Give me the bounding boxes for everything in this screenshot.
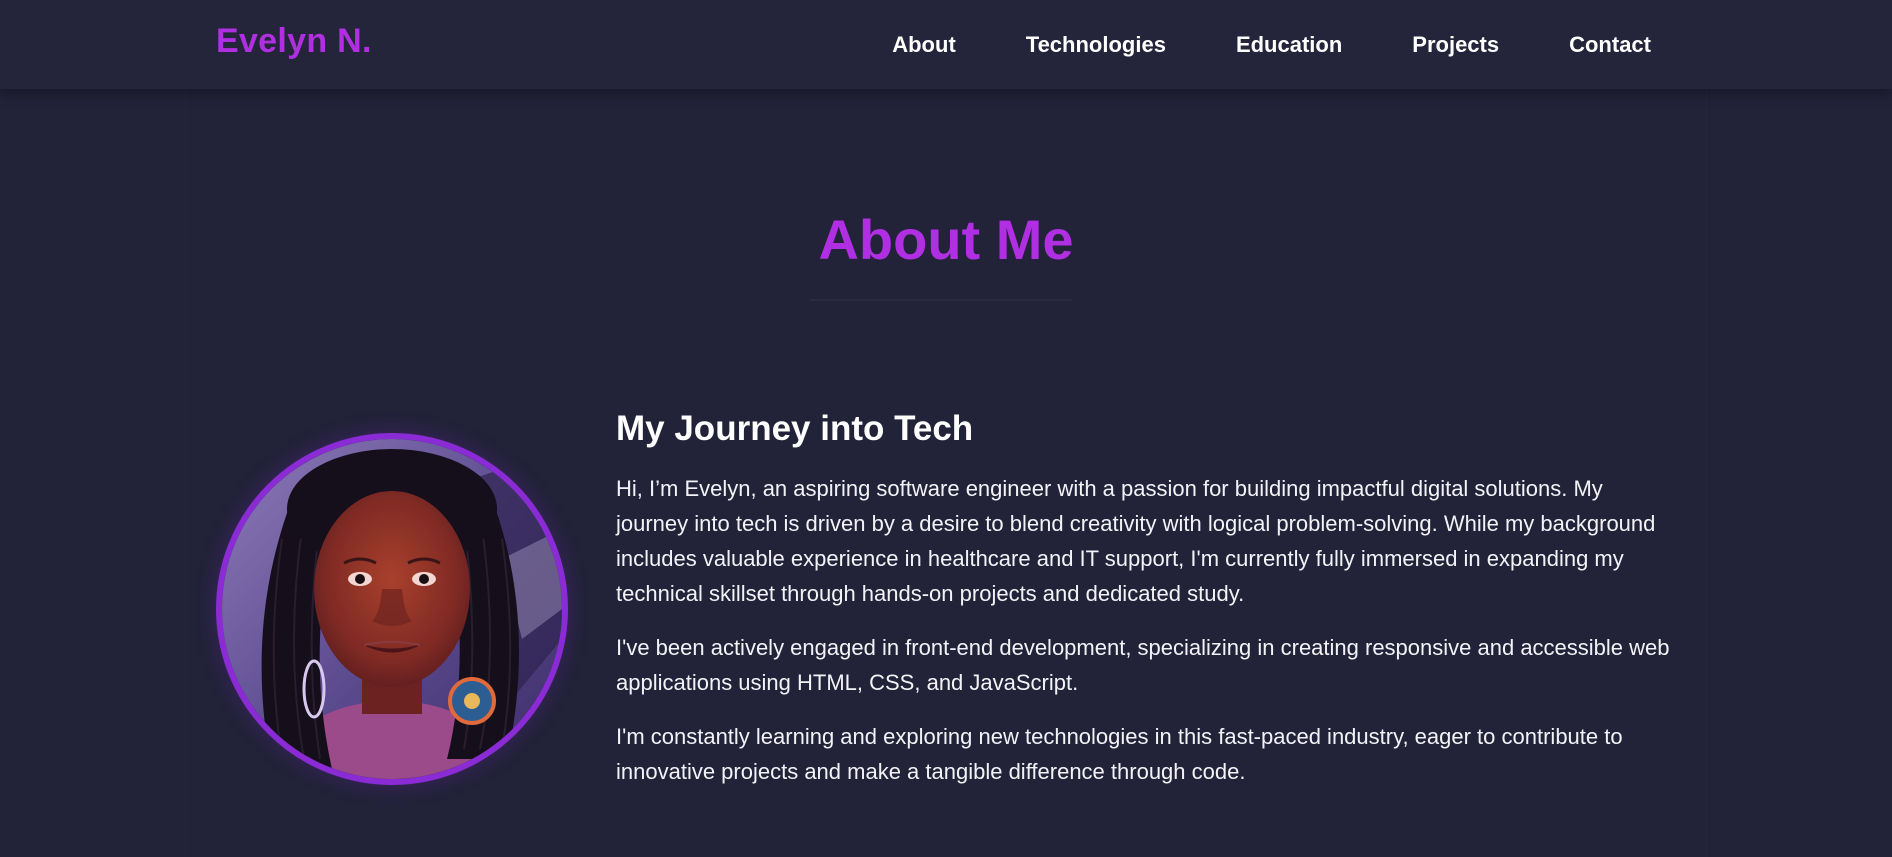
site-header: Evelyn N. About Technologies Education P… (0, 0, 1892, 89)
about-paragraph-2: I've been actively engaged in front-end … (616, 635, 1670, 695)
profile-photo (216, 433, 568, 785)
main-nav: About Technologies Education Projects Co… (822, 0, 1651, 89)
profile-photo-illustration (222, 439, 562, 779)
nav-link-about[interactable]: About (892, 0, 956, 89)
about-content: My Journey into Tech Hi, I’m Evelyn, an … (616, 409, 1676, 808)
nav-link-technologies[interactable]: Technologies (1026, 0, 1166, 89)
about-section: About Me My Journey into Tech Hi, I’m Ev… (186, 89, 1706, 857)
section-title: About Me (818, 208, 1074, 271)
nav-link-education[interactable]: Education (1236, 0, 1342, 89)
about-paragraph-1: Hi, I’m Evelyn, an aspiring software eng… (616, 476, 1656, 606)
about-heading: My Journey into Tech (616, 409, 974, 448)
title-divider (810, 299, 1072, 301)
nav-link-contact[interactable]: Contact (1569, 0, 1651, 89)
about-paragraph-3: I'm constantly learning and exploring ne… (616, 724, 1623, 784)
site-logo[interactable]: Evelyn N. (216, 22, 372, 61)
nav-link-projects[interactable]: Projects (1412, 0, 1499, 89)
